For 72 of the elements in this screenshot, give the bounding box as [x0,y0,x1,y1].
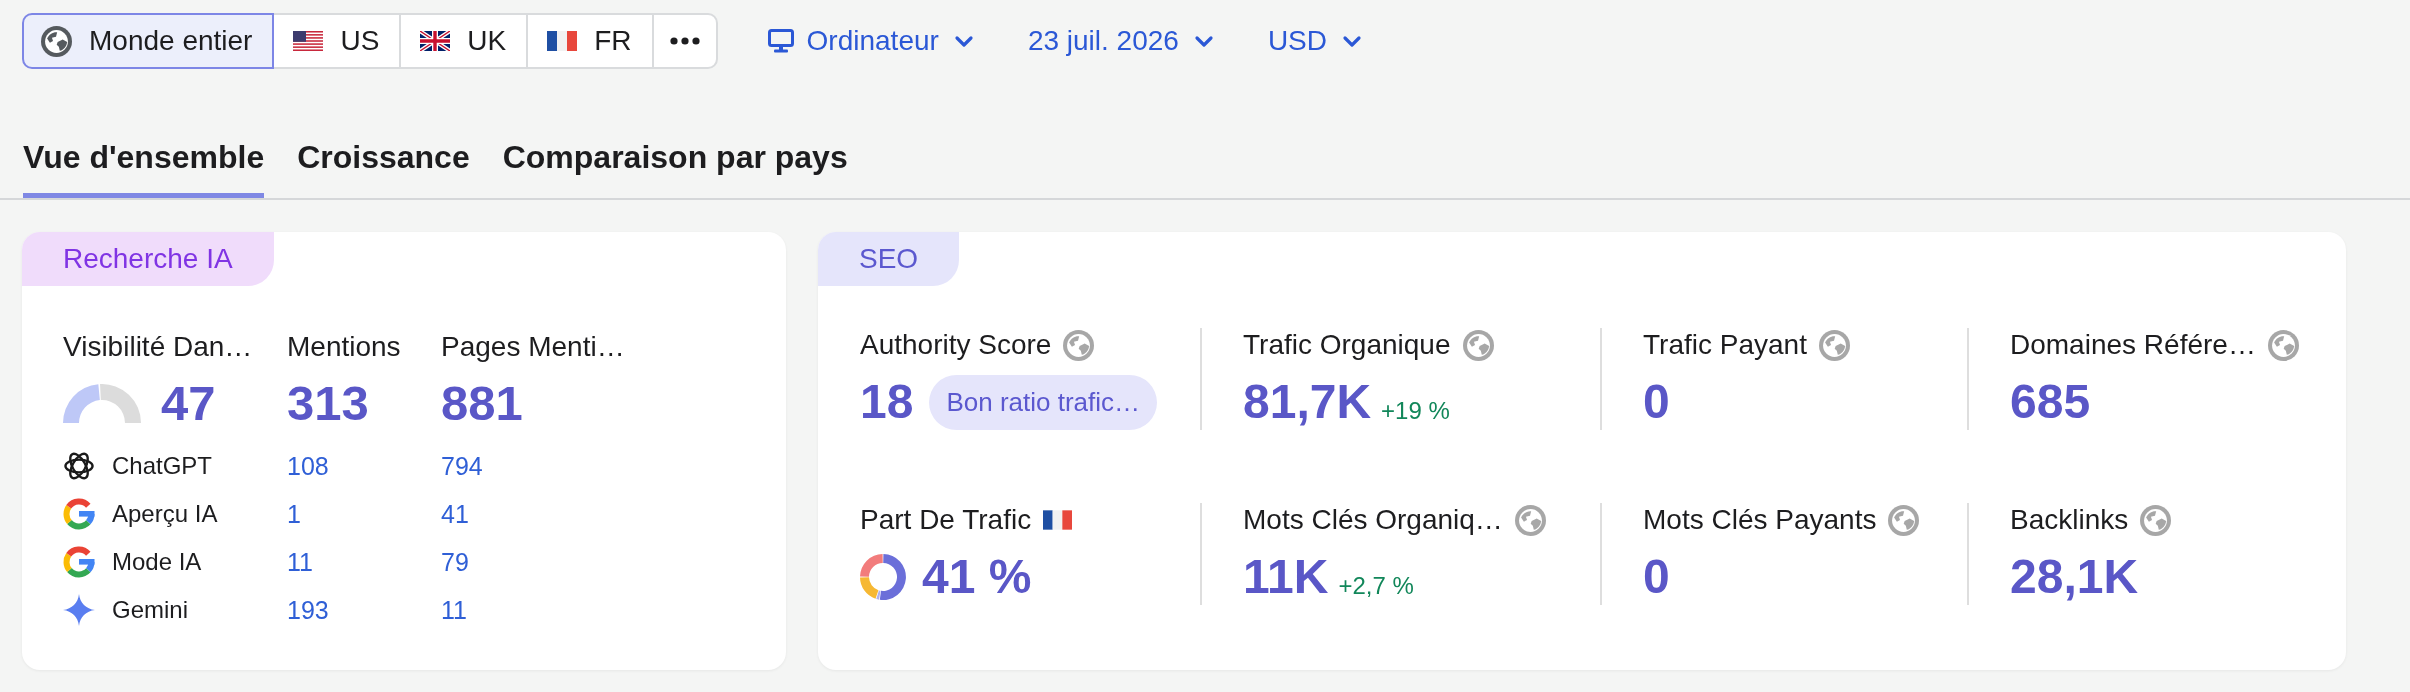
globe-icon [1818,329,1850,361]
more-button[interactable] [651,13,718,69]
source-name: ChatGPT [112,452,213,480]
tab[interactable]: Croissance [297,139,470,198]
metric-label: Mots Clés Payants [1643,503,1877,537]
region-option[interactable]: FR [526,13,654,69]
source-name: Gemini [112,596,189,624]
chatgpt-logo-icon [63,450,95,482]
metric-label: Part De Trafic [860,503,1032,537]
metric-value[interactable]: 313 [287,375,369,431]
column-header: Visibilité Dan… [63,330,254,364]
source-name: Aperçu IA [112,500,218,528]
globe-icon [2267,329,2299,361]
mentions-count[interactable]: 193 [287,590,329,630]
metric-label: Mots Clés Organiq… [1243,503,1503,537]
date-dropdown[interactable]: 23 juil. 2026 [1027,25,1214,57]
tab[interactable]: Vue d'ensemble [23,139,265,198]
uk-flag-icon [420,31,451,51]
section-tag: SEO [818,232,960,286]
pages-count[interactable]: 41 [441,494,469,534]
mentions-count[interactable]: 108 [287,446,329,486]
us-flag-icon [293,31,324,51]
change-value: +2,7 % [1338,572,1414,600]
globe-icon [2140,504,2172,536]
column-header: Mentions [287,330,402,364]
globe-icon [41,25,72,57]
sparkle-icon [63,594,95,626]
pages-count[interactable]: 794 [441,446,483,486]
globe-icon [1888,504,1920,536]
metric-value[interactable]: 11K [1243,549,1329,605]
device-dropdown[interactable]: Ordinateur [767,25,974,57]
tab[interactable]: Comparaison par pays [502,139,848,198]
metric-value[interactable]: 47 [161,375,216,431]
globe-icon [1462,329,1494,361]
section-tag: Recherche IA [22,232,274,286]
metric-label: Trafic Organique [1243,328,1451,362]
metric-value[interactable]: 881 [441,375,523,431]
chevron-down-icon [953,34,974,48]
fr-flag-icon [1043,510,1073,530]
pages-count[interactable]: 79 [441,542,469,582]
monitor-icon [767,29,794,53]
metric-label: Domaines Référe… [2010,328,2256,362]
metric-value[interactable]: 18 [860,374,914,430]
metric-label: Backlinks [2010,503,2129,537]
google-logo-icon [63,546,95,578]
chevron-down-icon [1193,34,1214,48]
fr-flag-icon [547,31,578,51]
change-value: +19 % [1381,397,1450,425]
metric-value[interactable]: 41 % [922,549,1032,605]
region-option[interactable]: Monde entier [22,13,275,69]
more-icon [669,37,700,45]
metric-value[interactable]: 0 [1643,374,1670,430]
metric-label: Authority Score [860,328,1052,362]
metric-value[interactable]: 0 [1643,549,1670,605]
region-option[interactable]: UK [399,13,529,69]
metric-value[interactable]: 685 [2010,374,2091,430]
mentions-count[interactable]: 1 [287,494,301,534]
column-header: Pages Menti… [441,330,626,364]
chevron-down-icon [1342,34,1362,48]
metric-label: Trafic Payant [1643,328,1807,362]
mentions-count[interactable]: 11 [287,542,313,582]
donut-chart-icon [860,554,906,600]
source-name: Mode IA [112,548,202,576]
region-option[interactable]: US [272,13,402,69]
metric-value[interactable]: 28,1K [2010,549,2139,605]
google-logo-icon [63,498,95,530]
status-badge: Bon ratio trafic… [929,374,1158,430]
metric-value[interactable]: 81,7K [1243,374,1372,430]
currency-dropdown[interactable]: USD [1267,25,1362,57]
globe-icon [1514,504,1546,536]
pages-count[interactable]: 11 [441,590,467,630]
globe-icon [1063,329,1095,361]
